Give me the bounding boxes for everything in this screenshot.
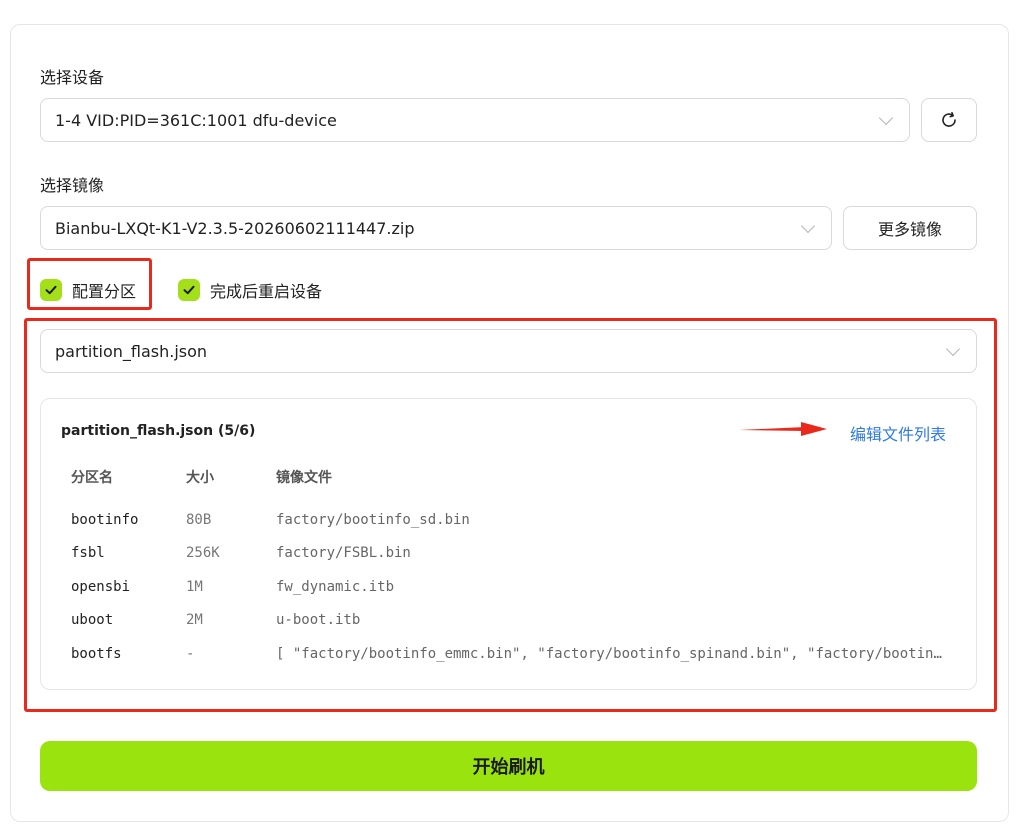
image-select-value: Bianbu-LXQt-K1-V2.3.5-20260602111447.zip bbox=[55, 218, 415, 238]
refresh-button[interactable] bbox=[921, 98, 977, 142]
refresh-icon bbox=[942, 112, 956, 127]
partition-size: - bbox=[186, 646, 195, 662]
reboot-option-label: 完成后重启设备 bbox=[210, 282, 323, 301]
partition-size: 1M bbox=[186, 579, 203, 595]
start-flash-button[interactable]: 开始刷机 bbox=[40, 741, 977, 791]
device-select[interactable]: 1-4 VID:PID=361C:1001 dfu-device bbox=[40, 98, 910, 142]
table-row: fsbl 256K factory/FSBL.bin bbox=[41, 545, 976, 567]
table-row: uboot 2M u-boot.itb bbox=[41, 612, 976, 634]
chevron-down-icon bbox=[945, 341, 961, 356]
chevron-down-icon bbox=[878, 110, 894, 125]
image-select[interactable]: Bianbu-LXQt-K1-V2.3.5-20260602111447.zip bbox=[40, 206, 832, 250]
partition-name: opensbi bbox=[71, 579, 131, 595]
table-row: bootfs - [ "factory/bootinfo_emmc.bin", … bbox=[41, 646, 976, 668]
device-label: 选择设备 bbox=[40, 68, 105, 87]
partition-size: 80B bbox=[186, 512, 212, 528]
partition-name: bootinfo bbox=[71, 512, 139, 528]
table-row: opensbi 1M fw_dynamic.itb bbox=[41, 579, 976, 601]
partition-panel-title: partition_flash.json (5/6) bbox=[61, 423, 256, 439]
edit-file-list-link[interactable]: 编辑文件列表 bbox=[850, 421, 946, 445]
partition-panel: partition_flash.json (5/6) 编辑文件列表 分区名 大小… bbox=[40, 398, 977, 690]
partition-name: uboot bbox=[71, 612, 114, 628]
chevron-down-icon bbox=[800, 218, 816, 233]
partition-file: fw_dynamic.itb bbox=[276, 579, 395, 595]
partition-file-value: partition_flash.json bbox=[55, 341, 208, 361]
highlight-partition-option bbox=[27, 258, 152, 310]
reboot-option[interactable]: 完成后重启设备 bbox=[178, 278, 322, 302]
more-images-button[interactable]: 更多镜像 bbox=[843, 206, 977, 250]
partition-name: fsbl bbox=[71, 545, 105, 561]
header-partition-name: 分区名 bbox=[71, 470, 113, 486]
reboot-checkbox[interactable] bbox=[178, 279, 200, 301]
partition-file: [ "factory/bootinfo_emmc.bin", "factory/… bbox=[276, 646, 948, 662]
header-size: 大小 bbox=[186, 470, 214, 486]
partition-size: 256K bbox=[186, 545, 220, 561]
device-select-value: 1-4 VID:PID=361C:1001 dfu-device bbox=[55, 110, 337, 130]
arrow-right-icon bbox=[739, 422, 827, 436]
table-row: bootinfo 80B factory/bootinfo_sd.bin bbox=[41, 512, 976, 534]
partition-file: u-boot.itb bbox=[276, 612, 361, 628]
partition-file: factory/bootinfo_sd.bin bbox=[276, 512, 470, 528]
partition-name: bootfs bbox=[71, 646, 122, 662]
partition-file: factory/FSBL.bin bbox=[276, 545, 411, 561]
header-image-file: 镜像文件 bbox=[276, 470, 332, 486]
image-label: 选择镜像 bbox=[40, 176, 105, 195]
check-icon bbox=[183, 285, 195, 295]
partition-file-select[interactable]: partition_flash.json bbox=[40, 329, 977, 373]
partition-size: 2M bbox=[186, 612, 203, 628]
